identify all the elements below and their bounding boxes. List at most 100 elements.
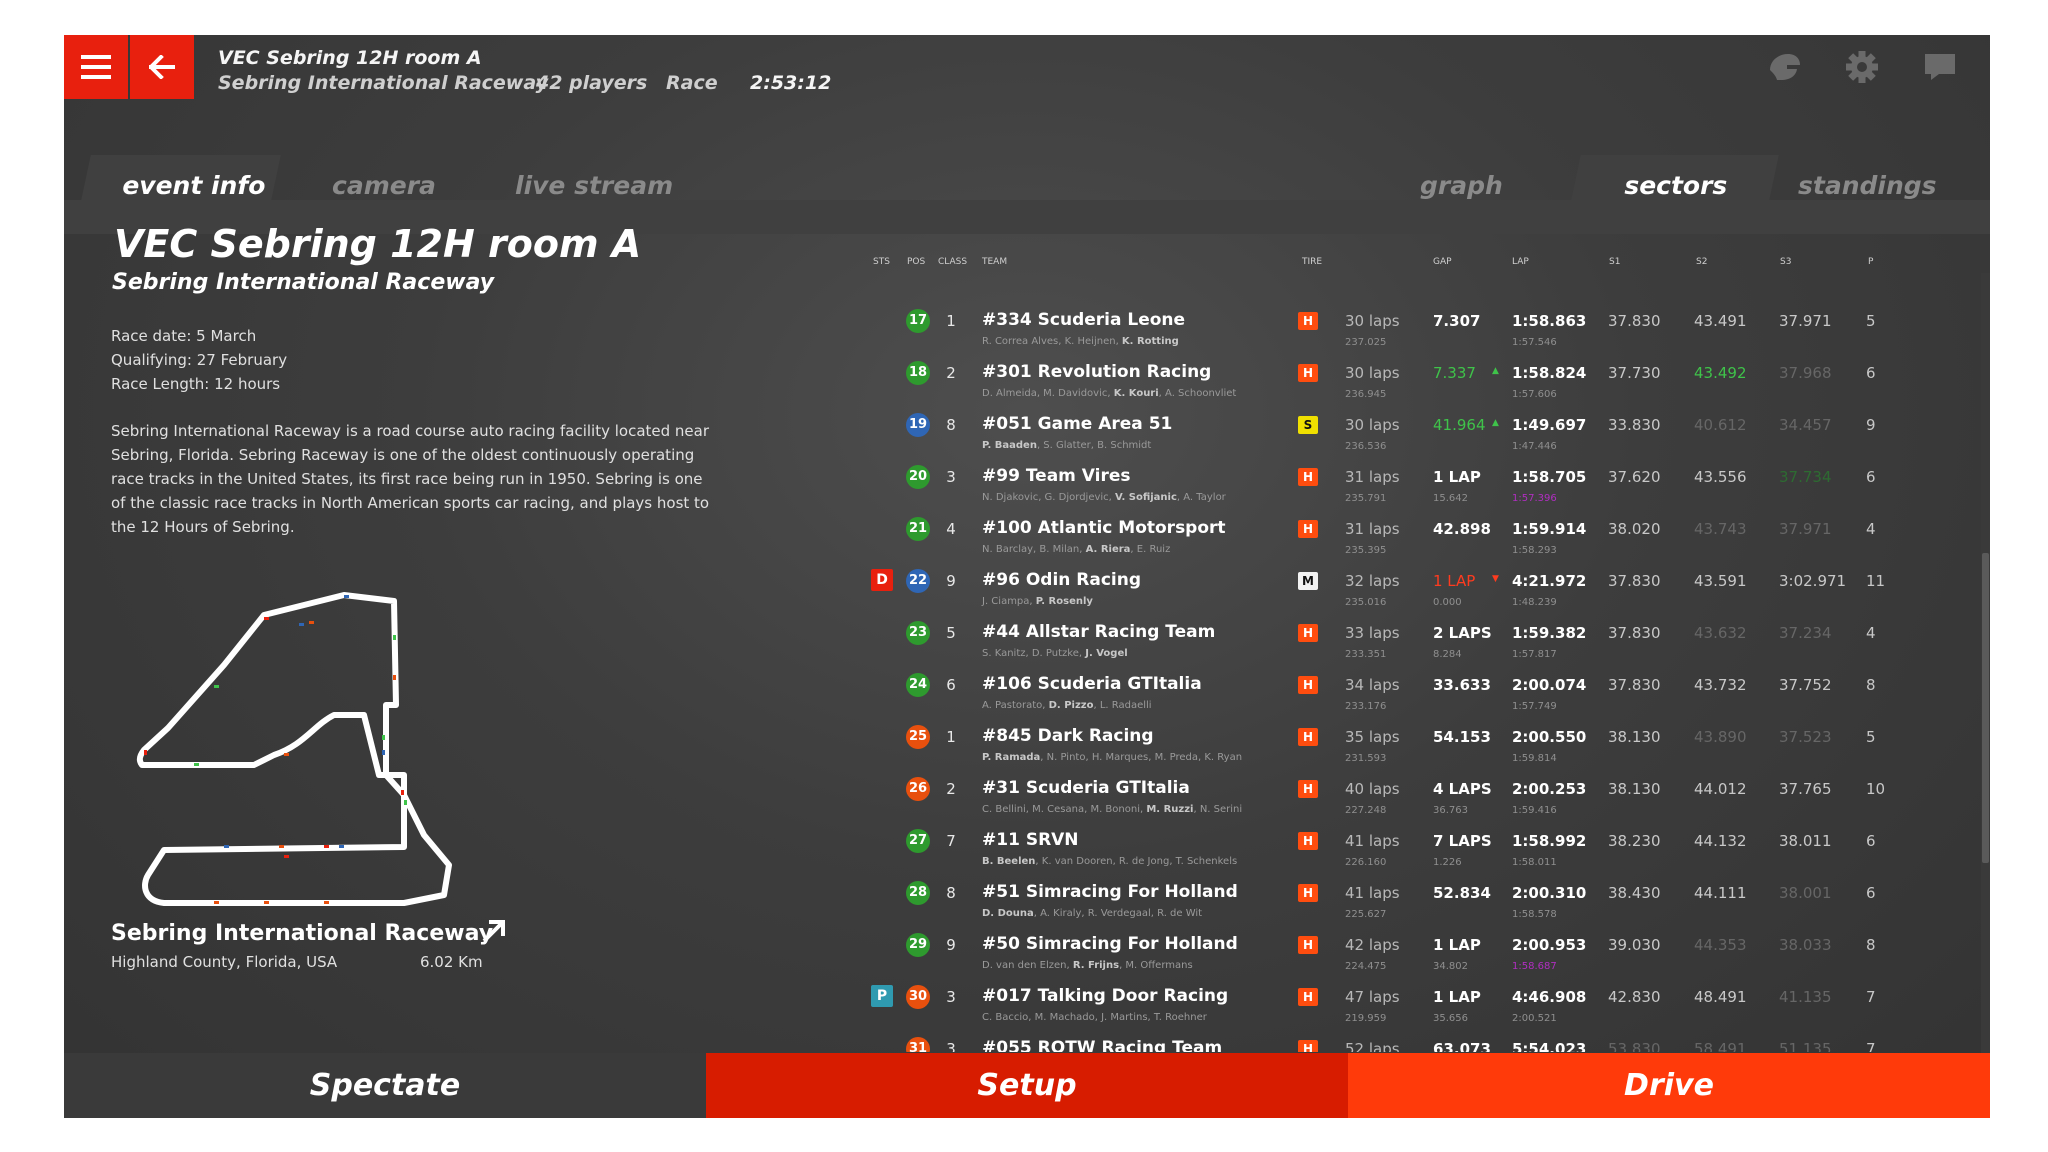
arrow-down-icon: ▼ [1492, 574, 1499, 584]
table-row[interactable]: P 30 3 #017 Talking Door Racing C. Baccio, M… [64, 980, 1990, 1032]
sector-2-time: 44.353 [1694, 936, 1747, 954]
gap-value: 1 LAP [1433, 936, 1481, 954]
table-row[interactable]: 27 7 #11 SRVN B. Beelen, K. van Dooren, R. … [64, 824, 1990, 876]
position-badge: 27 [906, 829, 930, 853]
tab-event-info[interactable]: event info [77, 155, 281, 219]
gap-value: 2 LAPS [1433, 624, 1492, 642]
best-lap-time: 1:59.814 [1512, 753, 1557, 764]
driver-list: B. Beelen, K. van Dooren, R. de Jong, T.… [982, 856, 1238, 867]
position-badge: 25 [906, 725, 930, 749]
gap-value: 7 LAPS [1433, 832, 1492, 850]
driver-list: S. Kanitz, D. Putzke, J. Vogel [982, 648, 1128, 659]
gap-value: 1 LAP [1433, 572, 1476, 590]
team-name: #11 SRVN [982, 830, 1079, 850]
distance: 231.593 [1345, 753, 1387, 764]
sector-3-time: 37.968 [1779, 364, 1832, 382]
status-badge: P [871, 985, 893, 1007]
table-row[interactable]: 26 2 #31 Scuderia GTItalia C. Bellini, M. C… [64, 772, 1990, 824]
tab-live-stream[interactable]: live stream [515, 155, 673, 219]
setup-button[interactable]: Setup [706, 1053, 1348, 1118]
back-button[interactable] [130, 35, 194, 99]
col-header-gap: GAP [1433, 257, 1452, 267]
lap-time: 1:49.697 [1512, 416, 1587, 434]
position-badge: 17 [906, 309, 930, 333]
table-row[interactable]: 23 5 #44 Allstar Racing Team S. Kanitz, D. … [64, 616, 1990, 668]
tab-graph[interactable]: graph [1420, 155, 1503, 219]
tab-standings[interactable]: standings [1798, 155, 1937, 219]
table-row[interactable]: 19 8 #051 Game Area 51 P. Baaden, S. Glatte… [64, 408, 1990, 460]
helmet-button[interactable] [1764, 47, 1804, 87]
table-row[interactable]: 17 1 #334 Scuderia Leone R. Correa Alves, K… [64, 304, 1990, 356]
spectate-button[interactable]: Spectate [64, 1053, 706, 1118]
tire-badge: H [1298, 832, 1318, 850]
col-header-s2: S2 [1696, 257, 1708, 267]
distance: 236.945 [1345, 389, 1387, 400]
table-row[interactable]: 28 8 #51 Simracing For Holland D. Douna, A.… [64, 876, 1990, 928]
table-scrollbar-thumb[interactable] [1982, 553, 1989, 863]
class-number: 9 [946, 936, 956, 954]
gap-sub: 8.284 [1433, 649, 1462, 660]
best-lap-time: 1:58.687 [1512, 961, 1557, 972]
sector-1-time: 42.830 [1608, 988, 1661, 1006]
hamburger-menu-icon [81, 55, 111, 79]
menu-button[interactable] [64, 35, 128, 99]
tab-sectors[interactable]: sectors [1567, 155, 1779, 219]
laps-count: 30 laps [1345, 312, 1400, 330]
sector-2-time: 43.632 [1694, 624, 1747, 642]
sector-3-time: 37.765 [1779, 780, 1832, 798]
best-lap-time: 1:47.446 [1512, 441, 1557, 452]
lap-time: 1:58.705 [1512, 468, 1587, 486]
sector-1-time: 38.430 [1608, 884, 1661, 902]
chat-button[interactable] [1920, 47, 1960, 87]
sector-3-time: 37.971 [1779, 312, 1832, 330]
sector-3-time: 38.001 [1779, 884, 1832, 902]
table-row[interactable]: 20 3 #99 Team Vires N. Djakovic, G. Djordje… [64, 460, 1990, 512]
driver-list: D. van den Elzen, R. Frijns, M. Offerman… [982, 960, 1193, 971]
table-row[interactable]: 24 6 #106 Scuderia GTItalia A. Pastorato, D… [64, 668, 1990, 720]
table-row[interactable]: 25 1 #845 Dark Racing P. Ramada, N. Pinto, … [64, 720, 1990, 772]
table-row[interactable]: 21 4 #100 Atlantic Motorsport N. Barclay, B… [64, 512, 1990, 564]
gap-value: 33.633 [1433, 676, 1491, 694]
team-name: #31 Scuderia GTItalia [982, 778, 1190, 798]
lap-time: 2:00.953 [1512, 936, 1587, 954]
header-players: 42 players [536, 72, 648, 94]
team-name: #301 Revolution Racing [982, 362, 1212, 382]
laps-count: 31 laps [1345, 520, 1400, 538]
event-title: VEC Sebring 12H room A [114, 222, 642, 266]
driver-list: R. Correa Alves, K. Heijnen, K. Rotting [982, 336, 1179, 347]
best-lap-time: 1:58.293 [1512, 545, 1557, 556]
sector-2-time: 44.132 [1694, 832, 1747, 850]
lap-time: 1:58.824 [1512, 364, 1587, 382]
col-header-s1: S1 [1609, 257, 1621, 267]
position-badge: 24 [906, 673, 930, 697]
laps-count: 30 laps [1345, 416, 1400, 434]
col-header-tire: TIRE [1302, 257, 1323, 267]
tire-badge: H [1298, 468, 1318, 486]
drive-button[interactable]: Drive [1348, 1053, 1990, 1118]
best-lap-time: 1:57.546 [1512, 337, 1557, 348]
table-row[interactable]: 18 2 #301 Revolution Racing D. Almeida, M. … [64, 356, 1990, 408]
sector-1-time: 38.230 [1608, 832, 1661, 850]
header-session: Race [666, 72, 718, 94]
team-name: #44 Allstar Racing Team [982, 622, 1216, 642]
team-name: #845 Dark Racing [982, 726, 1154, 746]
settings-button[interactable] [1842, 47, 1882, 87]
lap-time: 1:59.914 [1512, 520, 1587, 538]
header-clock: 2:53:12 [750, 72, 832, 94]
class-number: 7 [946, 832, 956, 850]
sector-3-time: 38.033 [1779, 936, 1832, 954]
laps-count: 42 laps [1345, 936, 1400, 954]
sector-2-time: 44.111 [1694, 884, 1747, 902]
driver-list: C. Baccio, M. Machado, J. Martins, T. Ro… [982, 1012, 1207, 1023]
table-row[interactable]: 29 9 #50 Simracing For Holland D. van den E… [64, 928, 1990, 980]
gap-sub: 15.642 [1433, 493, 1468, 504]
table-row[interactable]: D 22 9 #96 Odin Racing J. Ciampa, P. Rosenly… [64, 564, 1990, 616]
lap-time: 4:46.908 [1512, 988, 1587, 1006]
tab-camera[interactable]: camera [332, 155, 436, 219]
arrow-up-icon: ▲ [1492, 366, 1499, 376]
gap-sub: 34.802 [1433, 961, 1468, 972]
pit-stops: 4 [1866, 624, 1876, 642]
table-row[interactable]: 31 3 #055 ROTW Racing Team H 52 laps 63.073 5:… [64, 1032, 1990, 1052]
team-name: #51 Simracing For Holland [982, 882, 1238, 902]
sector-1-time: 37.830 [1608, 572, 1661, 590]
